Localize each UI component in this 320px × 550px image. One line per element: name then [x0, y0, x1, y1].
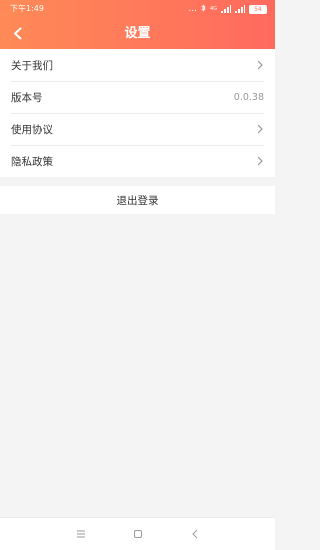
settings-item-label: 版本号	[11, 91, 43, 104]
settings-item-terms[interactable]: 使用协议	[0, 113, 275, 145]
back-triangle-icon	[192, 529, 198, 539]
system-nav-bar	[0, 517, 275, 550]
logout-button[interactable]: 退出登录	[0, 186, 275, 214]
signal-icon-2	[235, 5, 245, 13]
settings-list: 关于我们 版本号 0.0.38 使用协议 隐私政策	[0, 49, 275, 177]
settings-screen: 下午1:49 ... 4G 54 设置 关于我们 版本号 0.0.38 使用协议…	[0, 0, 275, 550]
page-title: 设置	[124, 26, 151, 41]
menu-button[interactable]	[74, 528, 88, 540]
network-label: 4G	[209, 5, 217, 12]
app-header: 下午1:49 ... 4G 54 设置	[0, 0, 275, 49]
signal-icon	[221, 5, 231, 13]
status-bar: 下午1:49 ... 4G 54	[0, 0, 275, 18]
settings-item-label: 关于我们	[11, 59, 53, 72]
battery-icon: 54	[249, 4, 267, 14]
more-indicator: ...	[188, 4, 197, 14]
version-value: 0.0.38	[233, 91, 264, 103]
settings-item-version: 版本号 0.0.38	[0, 81, 275, 113]
settings-item-about[interactable]: 关于我们	[0, 49, 275, 81]
system-back-button[interactable]	[188, 528, 202, 540]
bluetooth-icon	[201, 4, 206, 14]
settings-item-label: 使用协议	[11, 123, 53, 136]
chevron-right-icon	[256, 60, 264, 70]
settings-item-label: 隐私政策	[11, 155, 53, 168]
menu-icon	[77, 530, 85, 538]
status-icons: ... 4G 54	[188, 4, 267, 14]
status-time: 下午1:49	[10, 4, 44, 13]
chevron-right-icon	[256, 124, 264, 134]
settings-item-privacy[interactable]: 隐私政策	[0, 145, 275, 177]
chevron-right-icon	[256, 156, 264, 166]
home-button[interactable]	[131, 528, 145, 540]
nav-bar: 设置	[0, 18, 275, 49]
home-square-icon	[134, 530, 142, 538]
